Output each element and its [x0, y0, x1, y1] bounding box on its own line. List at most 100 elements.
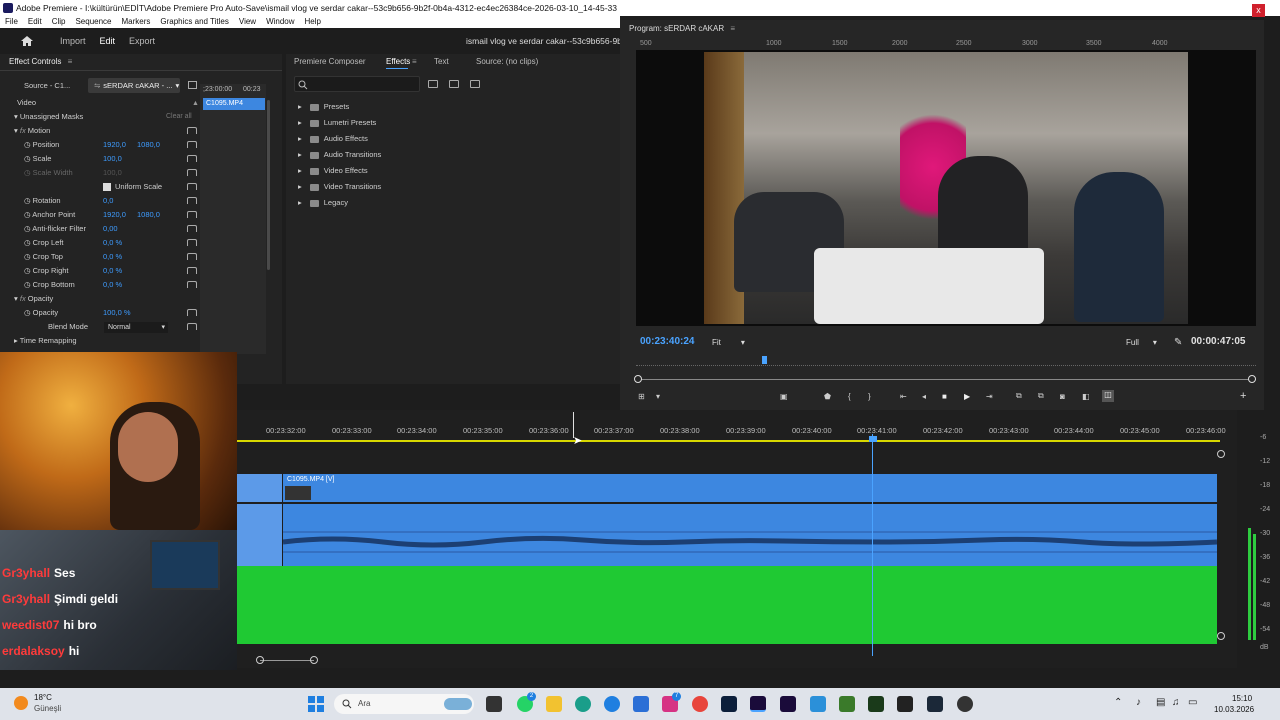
fx-folder-legacy[interactable]: ▸ Legacy [298, 196, 348, 210]
workspace-import[interactable]: Import [60, 36, 86, 46]
stopwatch-icon[interactable]: ◷ [24, 140, 31, 149]
stopwatch-icon[interactable]: ◷ [24, 154, 31, 163]
reset-icon[interactable] [187, 267, 197, 274]
mark-out-icon[interactable]: } [868, 392, 871, 401]
file-explorer-icon[interactable] [546, 696, 562, 712]
go-to-out-icon[interactable]: ⇥ [986, 392, 993, 401]
accelerated-effects-icon[interactable] [428, 80, 438, 88]
ec-row-uniform-scale[interactable]: Uniform Scale [103, 180, 303, 194]
reset-icon[interactable] [187, 323, 197, 330]
track-scroll-handle-bottom[interactable] [1217, 632, 1225, 640]
yuv-effects-icon[interactable] [470, 80, 480, 88]
program-zoom-bar[interactable] [636, 379, 1256, 380]
crop-bottom-value[interactable]: 0,0 % [103, 278, 122, 292]
store-icon[interactable] [633, 696, 649, 712]
workspace-edit[interactable]: Edit [100, 36, 116, 46]
tab-source[interactable]: Source: (no clips) [476, 57, 538, 66]
safe-margins-icon[interactable]: ⊞ [638, 392, 645, 401]
volume-icon[interactable]: ♫ [1172, 697, 1180, 708]
taskbar-date[interactable]: 10.03.2026 [1214, 705, 1254, 714]
add-button-icon[interactable]: + [1240, 390, 1246, 402]
battery-icon[interactable]: ▭ [1188, 697, 1197, 708]
app-icon[interactable] [810, 696, 826, 712]
reset-icon[interactable] [187, 169, 197, 176]
taskbar-search-input[interactable]: Ara [334, 694, 474, 714]
scale-value[interactable]: 100,0 [103, 152, 122, 166]
ec-row-opacity-group[interactable]: ▾ fx Opacity [14, 292, 214, 306]
fx-folder-presets[interactable]: ▸ Presets [298, 100, 349, 114]
multicam-icon[interactable]: ◫ [1102, 390, 1114, 402]
chrome-icon[interactable] [692, 696, 708, 712]
stopwatch-icon[interactable]: ◷ [24, 196, 31, 205]
home-icon[interactable] [20, 35, 34, 47]
camera-icon[interactable]: ◙ [1060, 392, 1065, 401]
weather-icon[interactable] [14, 696, 28, 710]
workspace-export[interactable]: Export [129, 36, 155, 46]
timeline-zoom-handle-right[interactable] [310, 656, 318, 664]
stopwatch-icon[interactable]: ◷ [24, 308, 31, 317]
menu-sequence[interactable]: Sequence [70, 16, 116, 28]
network-icon[interactable]: ▤ [1156, 697, 1165, 708]
weather-temp[interactable]: 18°C [34, 693, 52, 702]
insert-icon[interactable]: ⧉ [1016, 391, 1022, 401]
tab-text[interactable]: Text [434, 57, 449, 66]
microphone-icon[interactable]: ♪ [1136, 697, 1141, 708]
fx-folder-lumetri-presets[interactable]: ▸ Lumetri Presets [298, 116, 376, 130]
playhead-handle[interactable] [869, 436, 877, 442]
crop-right-value[interactable]: 0,0 % [103, 264, 122, 278]
scroll-up-icon[interactable]: ▲ [192, 100, 199, 107]
reset-icon[interactable] [187, 239, 197, 246]
video-track-v1[interactable]: C1095.MP4 [V] [237, 474, 1217, 502]
reset-icon[interactable] [187, 225, 197, 232]
program-current-timecode[interactable]: 00:23:40:24 [640, 336, 694, 347]
edge-icon[interactable] [604, 696, 620, 712]
fx-folder-video-transitions[interactable]: ▸ Video Transitions [298, 180, 381, 194]
ec-scrollbar[interactable] [267, 100, 270, 270]
stopwatch-icon[interactable]: ◷ [24, 252, 31, 261]
fx-folder-audio-effects[interactable]: ▸ Audio Effects [298, 132, 368, 146]
weather-label[interactable]: Güneşli [34, 704, 61, 713]
app-icon[interactable] [575, 696, 591, 712]
export-frame-icon[interactable]: ▣ [780, 392, 788, 401]
ec-row-motion[interactable]: ▾ fx Motion [14, 124, 214, 138]
chevron-up-icon[interactable]: ⌃ [1114, 697, 1122, 708]
program-mini-ruler[interactable] [636, 356, 1256, 366]
ec-row-time-remapping[interactable]: ▸ Time Remapping [14, 334, 214, 348]
program-monitor-title[interactable]: Program: sERDAR cAKAR ≡ [629, 24, 735, 33]
tab-effects[interactable]: Effects [386, 57, 410, 66]
obs-icon[interactable] [957, 696, 973, 712]
timeline-zoom-handle-left[interactable] [256, 656, 264, 664]
work-area-bar[interactable] [237, 440, 1220, 442]
effects-search-input[interactable] [294, 76, 420, 92]
photoshop-icon[interactable] [721, 696, 737, 712]
play-icon[interactable]: ▶ [964, 392, 970, 401]
go-to-in-icon[interactable]: ⇤ [900, 392, 907, 401]
timeline-zoom-bar[interactable] [260, 660, 314, 661]
reset-icon[interactable] [187, 155, 197, 162]
fx-folder-audio-transitions[interactable]: ▸ Audio Transitions [298, 148, 381, 162]
comparison-view-icon[interactable]: ◧ [1082, 392, 1090, 401]
position-x-value[interactable]: 1920,0 [103, 138, 126, 152]
menu-graphics[interactable]: Graphics and Titles [155, 16, 233, 28]
menu-clip[interactable]: Clip [47, 16, 71, 28]
anti-flicker-value[interactable]: 0,00 [103, 222, 118, 236]
anchor-y-value[interactable]: 1080,0 [137, 208, 160, 222]
reset-icon[interactable] [187, 183, 197, 190]
program-playhead[interactable] [762, 356, 767, 364]
reset-icon[interactable] [187, 197, 197, 204]
mark-in-icon[interactable]: { [848, 392, 851, 401]
menu-window[interactable]: Window [261, 16, 299, 28]
timeline-playhead[interactable] [872, 434, 873, 656]
menu-file[interactable]: File [0, 16, 23, 28]
menu-view[interactable]: View [234, 16, 261, 28]
audio-clip-left[interactable] [237, 504, 283, 566]
step-back-icon[interactable]: ◂ [922, 392, 926, 401]
blend-mode-select[interactable]: Normal ▾ [104, 322, 168, 333]
track-scroll-handle-top[interactable] [1217, 450, 1225, 458]
epic-games-icon[interactable] [897, 696, 913, 712]
reset-icon[interactable] [187, 309, 197, 316]
stopwatch-icon[interactable]: ◷ [24, 238, 31, 247]
audio-track-a1[interactable] [237, 504, 1217, 566]
effect-controls-header[interactable]: Effect Controls ≡ [0, 54, 282, 70]
tab-premiere-composer[interactable]: Premiere Composer [294, 57, 366, 66]
